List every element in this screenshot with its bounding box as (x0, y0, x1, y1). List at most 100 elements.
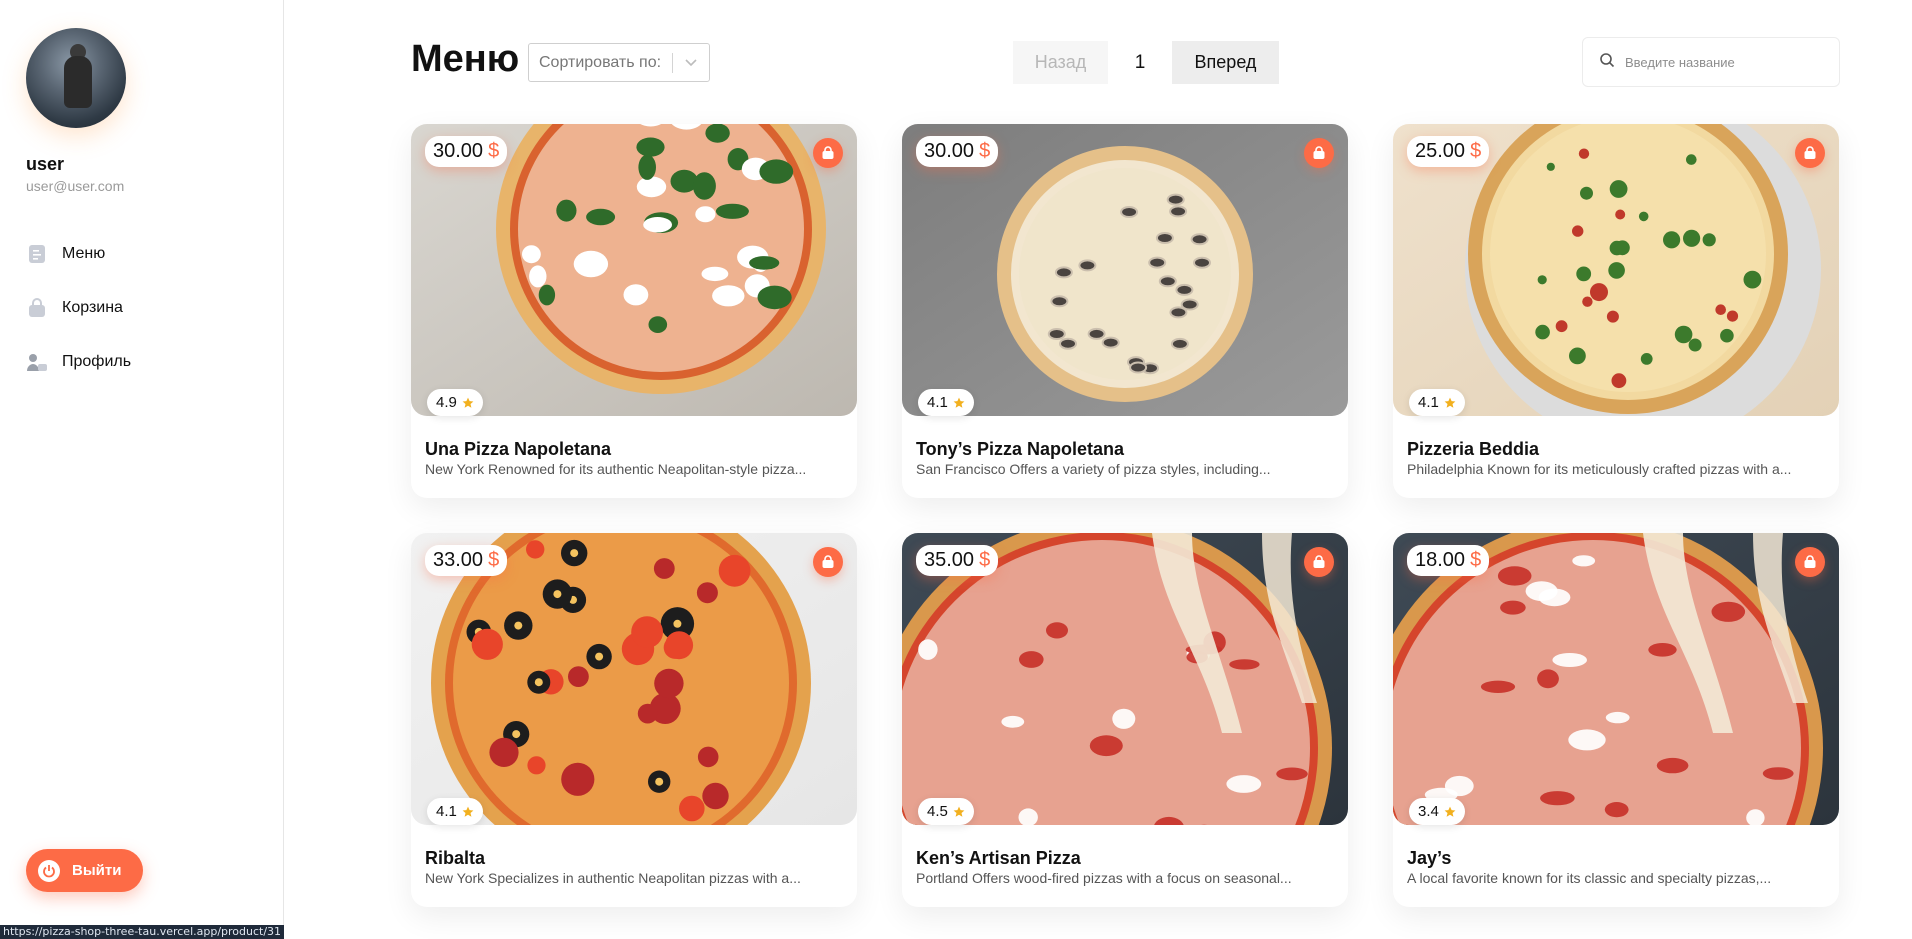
profile-icon (26, 351, 48, 373)
rating-value: 4.1 (1418, 394, 1439, 411)
product-card[interactable]: 30.00 $ 4.1 Tony’s Pizza Napoletana San … (902, 124, 1348, 498)
product-title: Ken’s Artisan Pizza (916, 848, 1081, 868)
bag-icon (26, 297, 48, 319)
status-bar-url: https://pizza-shop-three-tau.vercel.app/… (0, 925, 285, 939)
add-to-cart-button[interactable] (1795, 138, 1825, 168)
search-icon (1599, 52, 1615, 73)
star-icon (462, 806, 474, 817)
rating-value: 3.4 (1418, 803, 1439, 820)
bag-icon (822, 146, 834, 159)
product-description: New York Specializes in authentic Neapol… (425, 870, 801, 886)
product-image[interactable] (411, 124, 857, 416)
sidebar-item-label: Профиль (62, 353, 132, 370)
product-image[interactable] (1393, 124, 1839, 416)
price-badge: 18.00 $ (1407, 545, 1490, 576)
search-input[interactable] (1625, 54, 1825, 70)
search-box[interactable] (1582, 37, 1840, 87)
product-card[interactable]: 33.00 $ 4.1 Ribalta New York Specializes… (411, 533, 857, 907)
price-value: 30.00 (433, 140, 484, 162)
power-icon (38, 859, 60, 882)
rating-badge: 3.4 (1409, 798, 1465, 825)
rating-badge: 4.9 (427, 389, 483, 416)
logout-label: Выйти (72, 862, 122, 879)
rating-badge: 4.1 (918, 389, 974, 416)
next-page-button[interactable]: Вперед (1172, 41, 1279, 84)
product-card[interactable]: 25.00 $ 4.1 Pizzeria Beddia Philadelphia… (1393, 124, 1839, 498)
user-name: user (26, 154, 65, 174)
product-description: A local favorite known for its classic a… (1407, 870, 1772, 886)
price-value: 33.00 (433, 549, 484, 571)
bag-icon (1313, 555, 1325, 568)
product-title: Una Pizza Napoletana (425, 439, 612, 459)
price-value: 25.00 (1415, 140, 1466, 162)
add-to-cart-button[interactable] (1795, 547, 1825, 577)
prev-page-button[interactable]: Назад (1013, 41, 1108, 84)
sidebar-item-label: Корзина (62, 299, 123, 316)
price-currency: $ (488, 140, 500, 162)
product-title: Tony’s Pizza Napoletana (916, 439, 1125, 459)
rating-badge: 4.1 (1409, 389, 1465, 416)
sidebar-item-menu[interactable]: Меню (26, 236, 256, 272)
product-card[interactable]: 35.00 $ 4.5 Ken’s Artisan Pizza Portland… (902, 533, 1348, 907)
product-description: Philadelphia Known for its meticulously … (1407, 461, 1792, 477)
price-badge: 25.00 $ (1407, 136, 1490, 167)
product-description: New York Renowned for its authentic Neap… (425, 461, 807, 477)
menu-icon (26, 243, 48, 265)
sort-divider (672, 53, 673, 73)
pagination: Назад 1 Вперед (1013, 41, 1279, 84)
rating-badge: 4.1 (427, 798, 483, 825)
bag-icon (1804, 555, 1816, 568)
rating-value: 4.5 (927, 803, 948, 820)
add-to-cart-button[interactable] (813, 547, 843, 577)
product-description: Portland Offers wood-fired pizzas with a… (916, 870, 1292, 886)
avatar-figure (64, 56, 92, 108)
avatar[interactable] (26, 28, 126, 128)
price-value: 18.00 (1415, 549, 1466, 571)
price-value: 35.00 (924, 549, 975, 571)
star-icon (1444, 806, 1456, 817)
product-image[interactable] (1393, 533, 1839, 825)
sort-select[interactable]: Сортировать по: (528, 43, 710, 82)
price-currency: $ (1470, 549, 1482, 571)
product-image[interactable] (902, 124, 1348, 416)
product-title: Ribalta (425, 848, 486, 868)
product-card[interactable]: 18.00 $ 3.4 Jay’s A local favorite known… (1393, 533, 1839, 907)
sort-placeholder: Сортировать по: (539, 53, 662, 71)
star-icon (1444, 397, 1456, 408)
chevron-down-icon[interactable] (683, 54, 699, 75)
price-currency: $ (1470, 140, 1482, 162)
rating-badge: 4.5 (918, 798, 974, 825)
star-icon (953, 397, 965, 408)
add-to-cart-button[interactable] (1304, 547, 1334, 577)
sidebar-nav: Меню Корзина Профиль (26, 236, 256, 398)
price-currency: $ (979, 549, 991, 571)
sidebar-item-profile[interactable]: Профиль (26, 344, 256, 380)
product-image[interactable] (902, 533, 1348, 825)
add-to-cart-button[interactable] (813, 138, 843, 168)
bag-icon (1804, 146, 1816, 159)
user-email: user@user.com (26, 178, 125, 194)
price-badge: 35.00 $ (916, 545, 999, 576)
price-value: 30.00 (924, 140, 975, 162)
star-icon (462, 397, 474, 408)
star-icon (953, 806, 965, 817)
price-badge: 30.00 $ (425, 136, 508, 167)
product-description: San Francisco Offers a variety of pizza … (916, 461, 1271, 477)
sidebar: user user@user.com Меню Корзина Профиль … (0, 0, 284, 939)
current-page-number: 1 (1134, 51, 1146, 73)
sidebar-item-label: Меню (62, 245, 106, 262)
rating-value: 4.9 (436, 394, 457, 411)
price-currency: $ (488, 549, 500, 571)
sidebar-item-cart[interactable]: Корзина (26, 290, 256, 326)
product-title: Jay’s (1407, 848, 1452, 868)
bag-icon (1313, 146, 1325, 159)
price-badge: 30.00 $ (916, 136, 999, 167)
add-to-cart-button[interactable] (1304, 138, 1334, 168)
page-title: Меню (411, 38, 520, 80)
product-image[interactable] (411, 533, 857, 825)
product-title: Pizzeria Beddia (1407, 439, 1540, 459)
logout-button[interactable]: Выйти (26, 849, 143, 892)
product-card[interactable]: 30.00 $ 4.9 Una Pizza Napoletana New Yor… (411, 124, 857, 498)
price-currency: $ (979, 140, 991, 162)
rating-value: 4.1 (927, 394, 948, 411)
